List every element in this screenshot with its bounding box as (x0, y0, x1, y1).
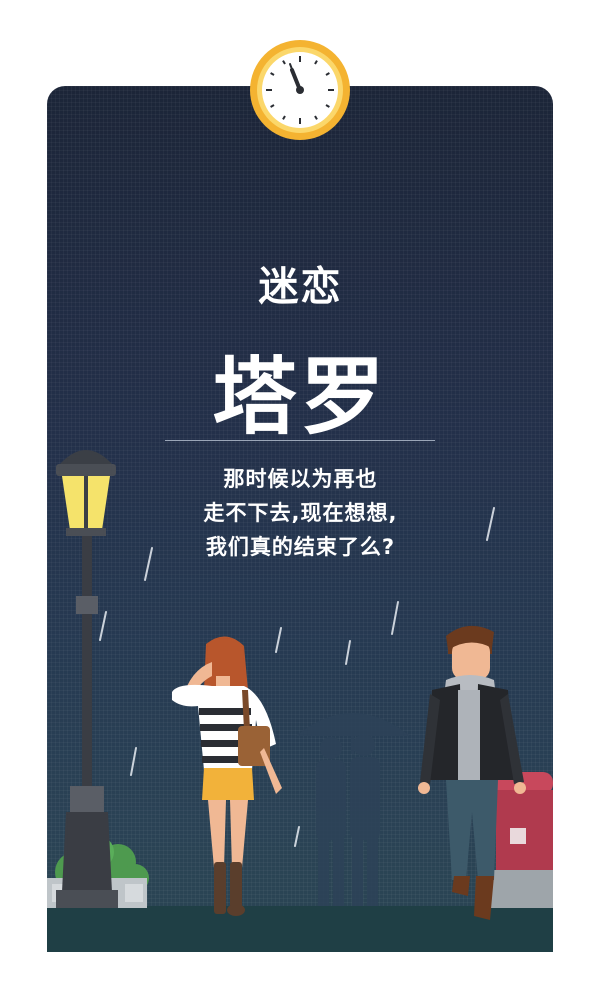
clock-icon (250, 40, 350, 140)
poster-title: 塔罗 (212, 348, 389, 446)
caption-line: 走不下去,现在想想, (203, 501, 398, 525)
umbrella-silhouette (296, 713, 410, 906)
poster-subtitle: 迷恋 (258, 264, 343, 310)
caption-line: 我们真的结束了么? (205, 535, 396, 559)
poster-caption: 那时候以为再也 走不下去,现在想想, 我们真的结束了么? (0, 462, 601, 564)
title-divider (165, 440, 435, 441)
woman-figure (172, 636, 282, 916)
caption-line: 那时候以为再也 (223, 467, 378, 491)
